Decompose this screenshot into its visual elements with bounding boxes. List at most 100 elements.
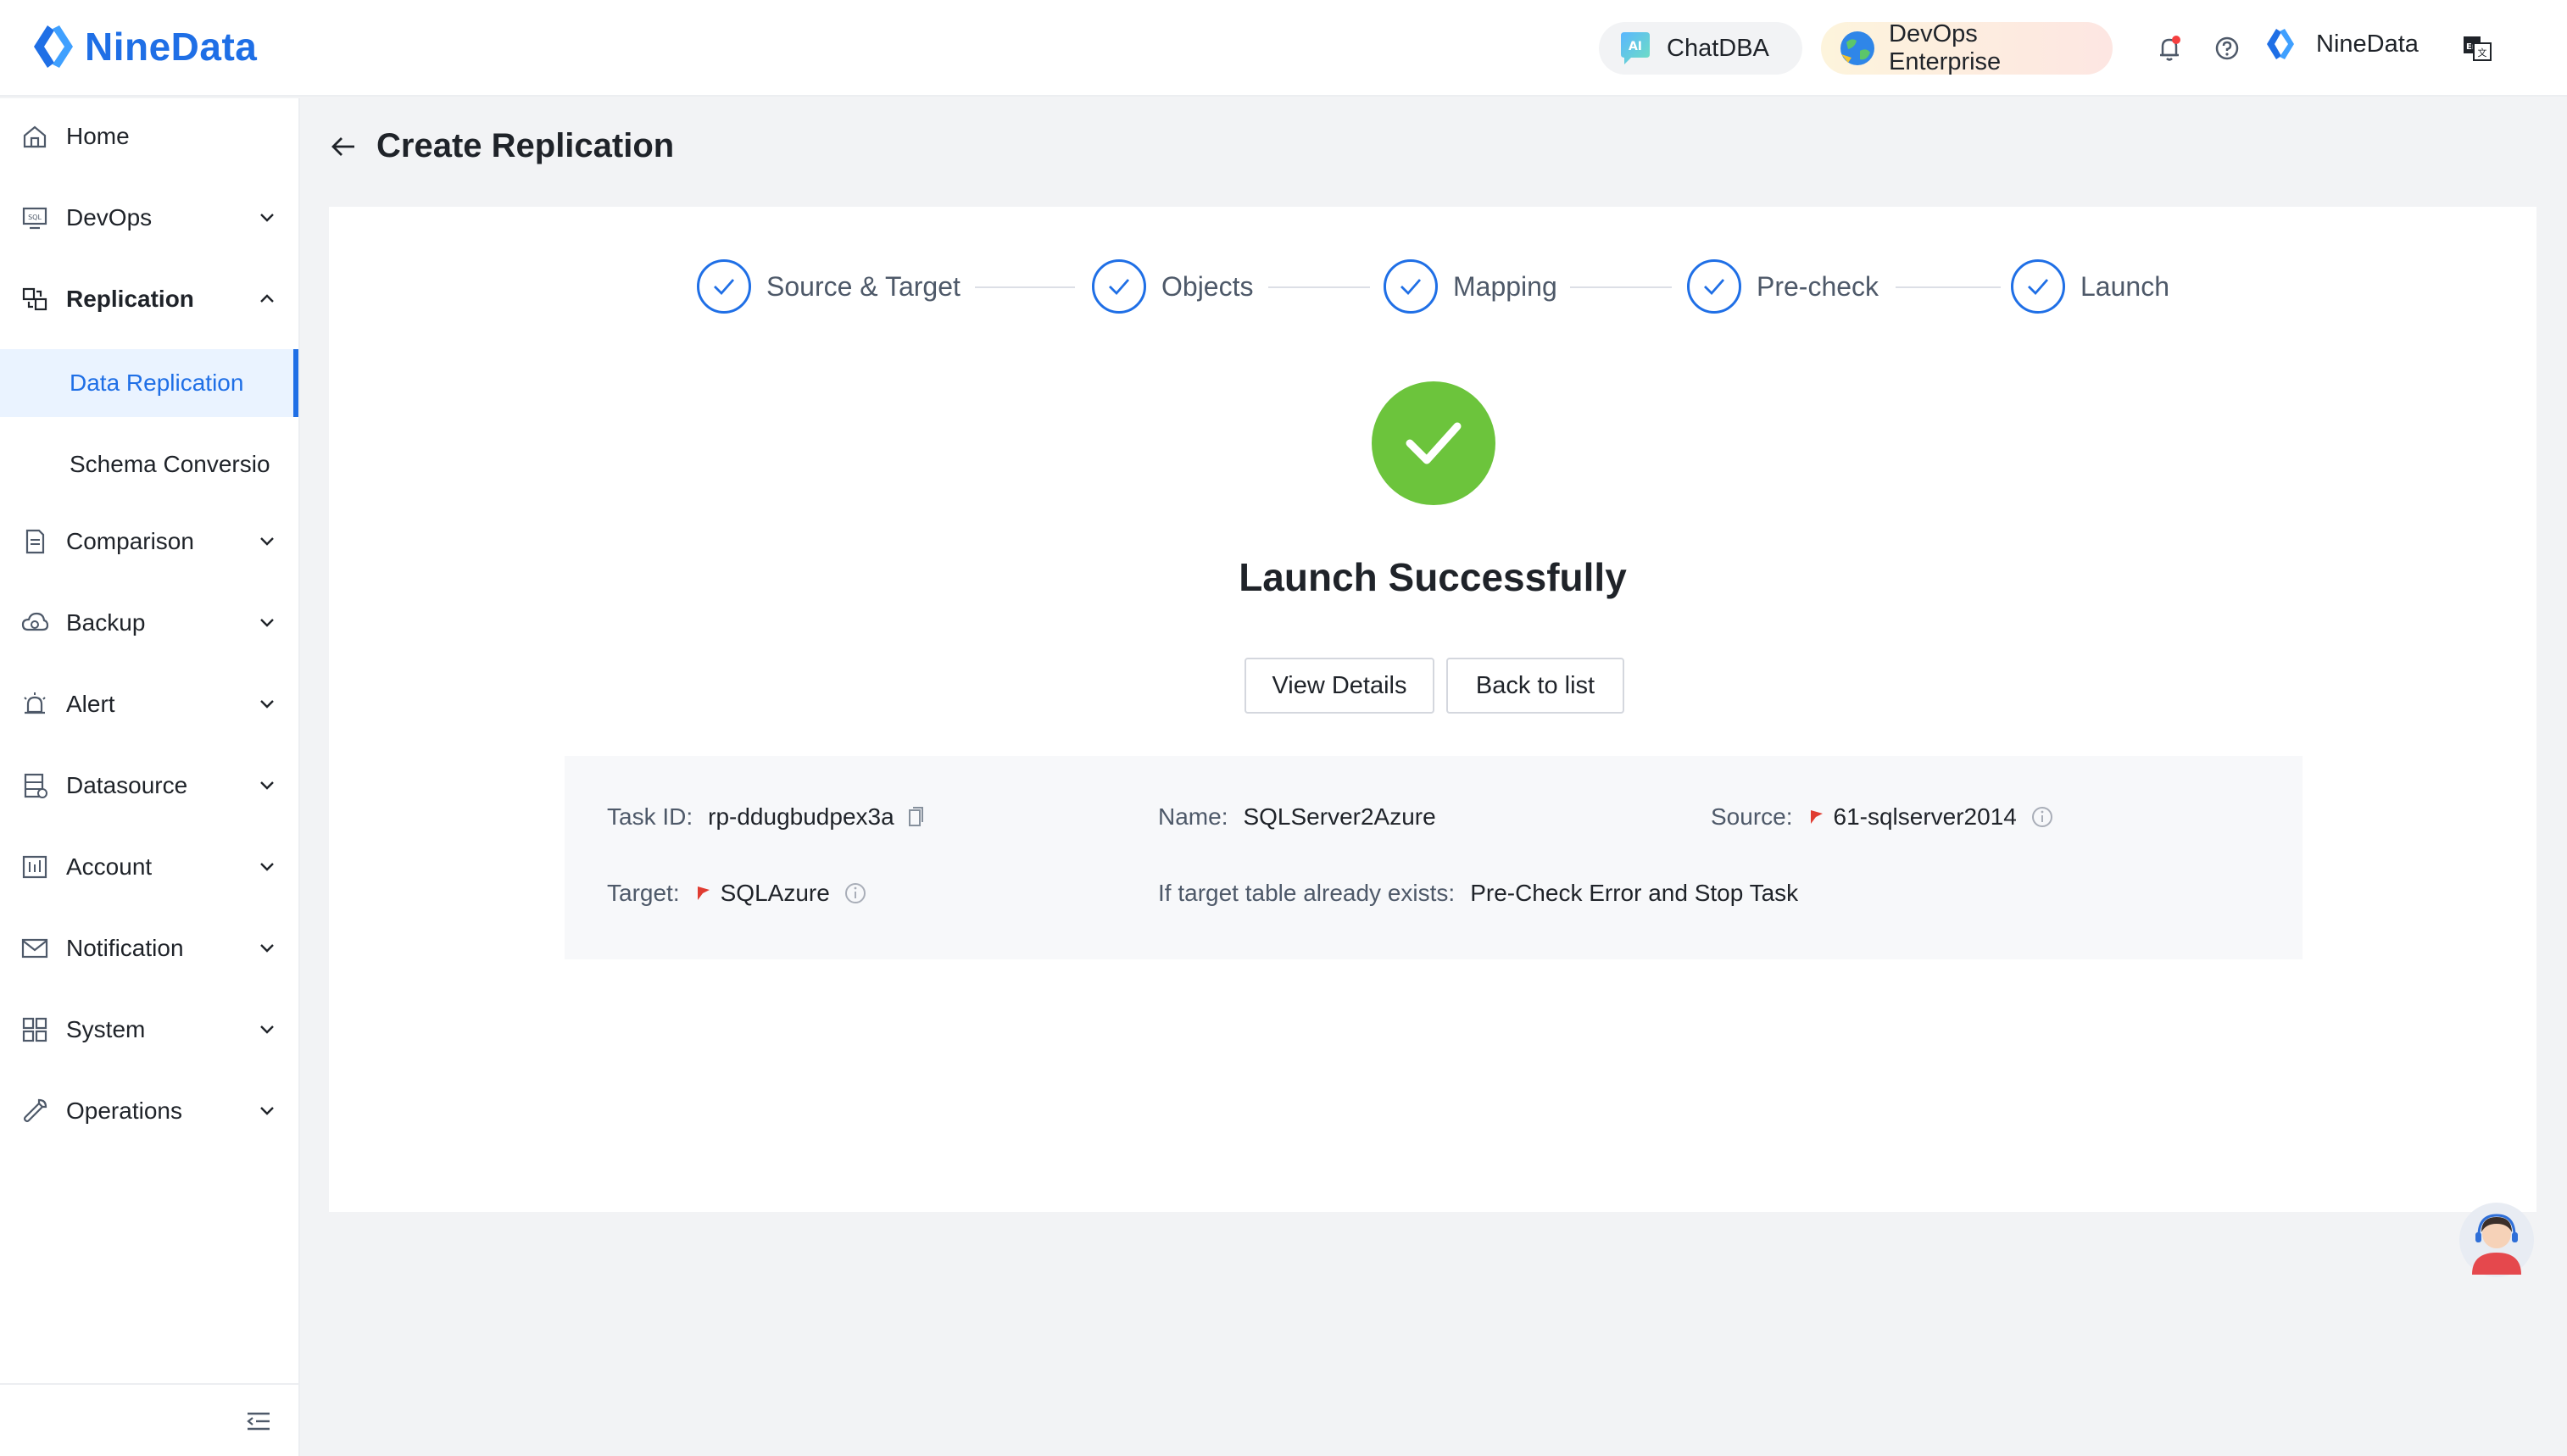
chatdba-button[interactable]: AI ChatDBA <box>1599 22 1802 75</box>
user-menu[interactable]: NineData <box>2262 25 2419 63</box>
step-label: Pre-check <box>1757 270 1879 302</box>
alert-icon <box>24 692 46 714</box>
task-target-label: Target: <box>607 880 680 906</box>
sidebar-subitem-data-replication[interactable]: Data Replication <box>0 349 298 417</box>
chevron-down-icon <box>260 1025 274 1034</box>
replication-icon <box>22 287 47 311</box>
collapse-sidebar-icon[interactable] <box>244 1407 273 1436</box>
step-status <box>1687 259 1741 314</box>
step-status <box>2011 259 2065 314</box>
sidebar-item-label: Replication <box>66 286 194 312</box>
user-name: NineData <box>2316 30 2419 58</box>
sidebar-item-alert[interactable]: Alert <box>0 666 298 742</box>
sidebar-item-label: Operations <box>66 1098 182 1124</box>
sidebar-item-label: DevOps <box>66 204 153 231</box>
ninedata-logo-icon <box>34 25 73 68</box>
check-icon <box>714 279 735 296</box>
step-connector <box>1268 286 1370 288</box>
step-mapping: Mapping <box>1384 259 1557 314</box>
sidebar-item-notification[interactable]: Notification <box>0 910 298 986</box>
task-source-field: Source: 61-sqlserver2014 <box>1711 803 2054 831</box>
step-connector <box>975 286 1075 288</box>
home-icon <box>23 125 47 148</box>
sidebar-item-label: Home <box>66 123 130 149</box>
sidebar-item-label: Alert <box>66 691 115 717</box>
svg-text:SQL: SQL <box>28 214 42 221</box>
task-id-value: rp-ddugbudpex3a <box>708 803 894 830</box>
task-name-field: Name: SQLServer2Azure <box>1158 803 1436 831</box>
notification-icon <box>21 938 48 959</box>
sidebar-item-operations[interactable]: Operations <box>0 1073 298 1149</box>
sidebar-item-label: Account <box>66 853 153 880</box>
step-status <box>1384 259 1438 314</box>
language-icon[interactable]: En 文 <box>2460 31 2494 65</box>
step-source-target: Source & Target <box>697 259 961 314</box>
sidebar-item-label: System <box>66 1016 146 1042</box>
content-card: Source & Target Objects Mapping Pre-chec… <box>329 207 2536 1212</box>
info-icon[interactable] <box>2030 805 2054 829</box>
check-icon <box>2028 279 2049 296</box>
sidebar-subitem-label: Data Replication <box>70 370 244 396</box>
sidebar-subitem-schema-conversion[interactable]: Schema Conversio <box>0 431 298 498</box>
success-badge <box>1372 381 1495 505</box>
info-icon[interactable] <box>844 881 867 905</box>
bell-icon[interactable] <box>2153 32 2186 64</box>
chevron-down-icon <box>260 863 274 871</box>
sidebar-item-account[interactable]: Account <box>0 829 298 905</box>
page-header: Create Replication <box>329 127 674 165</box>
ninedata-logo[interactable]: NineData <box>27 20 257 73</box>
sidebar-subitem-label: Schema Conversio <box>70 451 270 477</box>
account-icon <box>22 855 47 879</box>
step-pre-check: Pre-check <box>1687 259 1879 314</box>
backup-icon <box>21 612 49 631</box>
task-id-label: Task ID: <box>607 803 693 830</box>
top-header: NineData AI ChatDBA DevOps Enterprise Ni… <box>0 0 2567 97</box>
datasource-icon <box>24 773 47 798</box>
sidebar-item-backup[interactable]: Backup <box>0 585 298 661</box>
step-label: Mapping <box>1453 270 1557 302</box>
view-details-button[interactable]: View Details <box>1245 658 1434 714</box>
sidebar-footer <box>0 1383 298 1456</box>
help-icon[interactable] <box>2211 32 2243 64</box>
back-to-list-button[interactable]: Back to list <box>1446 658 1624 714</box>
sidebar-item-label: Notification <box>66 935 184 961</box>
task-info-panel: Task ID: rp-ddugbudpex3a Name: SQLServer… <box>565 756 2303 959</box>
check-icon <box>1406 422 1462 464</box>
step-label: Launch <box>2080 270 2169 302</box>
sidebar-item-home[interactable]: Home <box>0 98 298 175</box>
devops-icon: SQL <box>22 207 47 230</box>
page-title: Create Replication <box>376 127 675 164</box>
sidebar-item-datasource[interactable]: Datasource <box>0 747 298 824</box>
task-exists-value: Pre-Check Error and Stop Task <box>1470 880 1799 906</box>
task-name-value: SQLServer2Azure <box>1243 803 1436 830</box>
step-launch: Launch <box>2011 259 2169 314</box>
devops-enterprise-button[interactable]: DevOps Enterprise <box>1821 20 2113 75</box>
globe-icon <box>1840 31 1874 65</box>
sidebar-item-label: Comparison <box>66 528 194 554</box>
brand-name: NineData <box>85 25 258 69</box>
devops-enterprise-label: DevOps Enterprise <box>1889 20 2002 75</box>
sidebar-item-label: Backup <box>66 609 146 636</box>
task-exists-policy-field: If target table already exists: Pre-Chec… <box>1158 880 1798 907</box>
ai-icon: AI <box>1621 32 1650 64</box>
wrench-icon <box>23 1098 47 1123</box>
svg-text:AI: AI <box>1629 40 1642 53</box>
chevron-down-icon <box>260 619 274 627</box>
back-arrow-icon[interactable] <box>329 132 358 161</box>
sidebar-item-devops[interactable]: SQL DevOps <box>0 180 298 256</box>
chevron-down-icon <box>260 700 274 709</box>
step-label: Objects <box>1161 270 1254 302</box>
step-objects: Objects <box>1092 259 1253 314</box>
support-assistant-icon[interactable] <box>2458 1202 2535 1278</box>
step-status <box>1092 259 1146 314</box>
sidebar-item-comparison[interactable]: Comparison <box>0 503 298 580</box>
sidebar-item-system[interactable]: System <box>0 992 298 1068</box>
copy-icon[interactable] <box>903 805 927 829</box>
chevron-up-icon <box>260 294 274 303</box>
svg-text:文: 文 <box>2478 47 2487 58</box>
sidebar-item-replication[interactable]: Replication <box>0 261 298 337</box>
sidebar: Home SQL DevOps Replication Data Replica… <box>0 98 300 1456</box>
check-icon <box>1400 279 1422 296</box>
chevron-down-icon <box>260 537 274 546</box>
chevron-down-icon <box>260 1107 274 1115</box>
